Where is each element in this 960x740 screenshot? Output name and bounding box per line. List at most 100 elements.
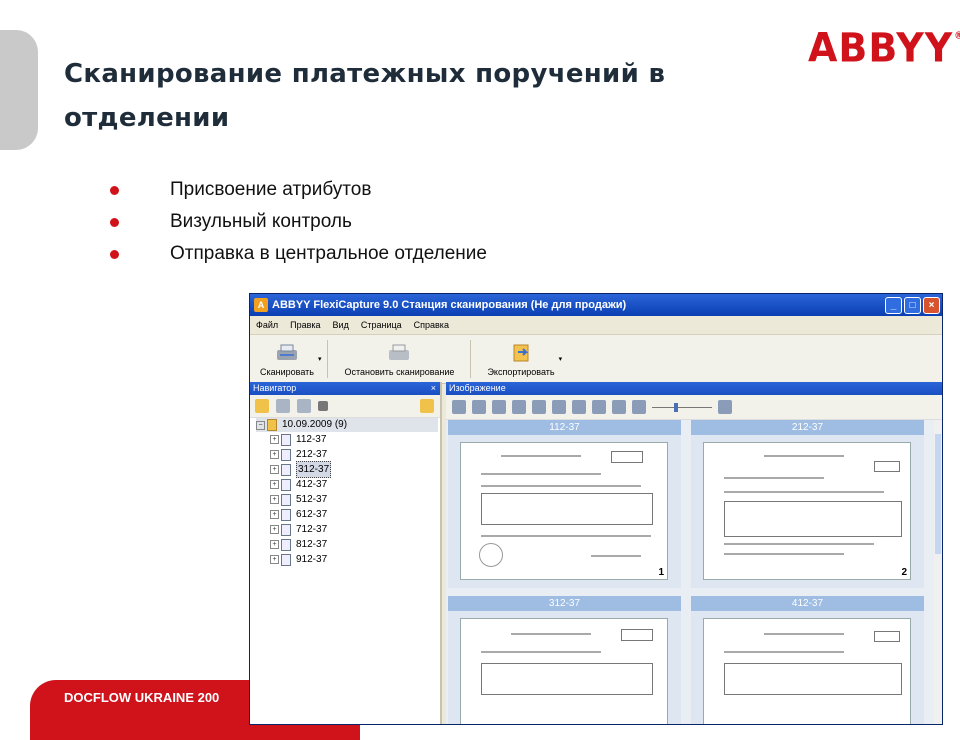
expand-icon[interactable]: + xyxy=(270,540,279,549)
footer-text: DOCFLOW UKRAINE 200 xyxy=(64,690,220,705)
bullet-dot-icon xyxy=(110,218,119,227)
thumbnail-label: 212-37 xyxy=(691,420,924,435)
export-icon xyxy=(513,344,529,362)
menu-help[interactable]: Справка xyxy=(408,320,455,330)
menu-page[interactable]: Страница xyxy=(355,320,408,330)
expand-icon[interactable]: + xyxy=(270,465,279,474)
bullet-item: Присвоение атрибутов xyxy=(110,174,487,206)
minimize-button[interactable]: _ xyxy=(885,296,902,314)
expand-icon[interactable]: + xyxy=(270,435,279,444)
rotate-right-icon[interactable] xyxy=(472,400,486,414)
tree-item[interactable]: +612-37 xyxy=(256,507,440,522)
deskew-icon[interactable] xyxy=(512,400,526,414)
thumbnail-area: 112-37 1 212-37 2 312-37 412-37 xyxy=(446,420,936,724)
document-preview: 2 xyxy=(703,442,911,580)
document-preview xyxy=(703,618,911,724)
expand-icon[interactable]: + xyxy=(270,480,279,489)
menu-bar: Файл Правка Вид Страница Справка xyxy=(250,316,942,335)
zoom-slider[interactable] xyxy=(652,402,712,412)
tree-item-selected[interactable]: +312-37 xyxy=(256,461,440,478)
zoom-slider-handle[interactable] xyxy=(674,402,678,412)
page-thumbnail[interactable]: 412-37 xyxy=(691,596,924,724)
image-pane-title: Изображение xyxy=(449,383,506,393)
tree-item[interactable]: +712-37 xyxy=(256,522,440,537)
expand-icon[interactable]: + xyxy=(270,450,279,459)
navigator-toolbar xyxy=(250,395,440,418)
page-thumbnail[interactable]: 112-37 1 xyxy=(448,420,681,588)
tree-item[interactable]: +512-37 xyxy=(256,492,440,507)
image-pane-header: Изображение xyxy=(446,382,942,395)
export-button[interactable]: Экспортировать xyxy=(477,342,564,383)
pages-icon[interactable] xyxy=(297,399,311,413)
crop-icon[interactable] xyxy=(492,400,506,414)
document-icon xyxy=(281,508,291,521)
maximize-button[interactable]: □ xyxy=(904,296,921,314)
page-thumbnail[interactable]: 312-37 xyxy=(448,596,681,724)
app-window: A ABBYY FlexiCapture 9.0 Станция сканиро… xyxy=(249,293,943,725)
merge-icon[interactable] xyxy=(592,400,606,414)
split-icon[interactable] xyxy=(572,400,586,414)
batch-tree: − 10.09.2009 (9) +112-37 +212-37 +312-37… xyxy=(250,418,440,567)
expand-icon[interactable]: + xyxy=(270,525,279,534)
window-titlebar[interactable]: A ABBYY FlexiCapture 9.0 Станция сканиро… xyxy=(250,294,942,316)
thumbnail-label: 312-37 xyxy=(448,596,681,611)
collapse-icon[interactable]: − xyxy=(256,420,265,430)
scan-button[interactable]: Сканировать xyxy=(250,342,324,383)
tree-item[interactable]: +412-37 xyxy=(256,477,440,492)
expand-icon[interactable]: + xyxy=(270,495,279,504)
new-batch-icon[interactable] xyxy=(255,399,269,413)
bullet-dot-icon xyxy=(110,250,119,259)
scrollbar-thumb[interactable] xyxy=(935,434,941,554)
expand-icon[interactable]: + xyxy=(270,510,279,519)
zoom-out-icon[interactable] xyxy=(632,400,646,414)
mirror-icon[interactable] xyxy=(552,400,566,414)
slide-side-tab xyxy=(0,30,38,150)
page-thumbnail[interactable]: 212-37 2 xyxy=(691,420,924,588)
bullet-item: Визульный контроль xyxy=(110,206,487,238)
document-icon xyxy=(281,553,291,566)
erase-icon[interactable] xyxy=(612,400,626,414)
bullet-list: Присвоение атрибутов Визульный контроль … xyxy=(110,174,487,270)
image-toolbar xyxy=(446,395,942,420)
close-button[interactable]: × xyxy=(923,296,940,314)
navigator-header: Навигатор × xyxy=(250,382,440,395)
document-preview xyxy=(460,618,668,724)
batch-folder-icon xyxy=(267,419,277,431)
document-icon xyxy=(281,448,291,461)
document-icon xyxy=(281,523,291,536)
export-label: Экспортировать xyxy=(487,367,555,377)
tree-item[interactable]: +812-37 xyxy=(256,537,440,552)
thumbnail-label: 112-37 xyxy=(448,420,681,435)
rotate-left-icon[interactable] xyxy=(452,400,466,414)
document-icon xyxy=(281,463,291,476)
properties-icon[interactable] xyxy=(420,399,434,413)
stop-scan-button[interactable]: Остановить сканирование xyxy=(334,342,464,383)
main-toolbar: Сканировать ▾ Остановить сканирование Эк… xyxy=(250,335,942,384)
document-icon xyxy=(281,433,291,446)
tree-item[interactable]: +112-37 xyxy=(256,432,440,447)
navigator-close-icon[interactable]: × xyxy=(431,382,440,395)
menu-view[interactable]: Вид xyxy=(327,320,355,330)
zoom-in-icon[interactable] xyxy=(718,400,732,414)
document-icon[interactable] xyxy=(276,399,290,413)
navigator-title: Навигатор xyxy=(253,383,297,393)
menu-file[interactable]: Файл xyxy=(250,320,284,330)
slide-title: Сканирование платежных поручений в отдел… xyxy=(64,59,666,133)
bullet-item: Отправка в центральное отделение xyxy=(110,238,487,270)
expand-icon[interactable]: + xyxy=(270,555,279,564)
vertical-scrollbar[interactable] xyxy=(934,420,942,724)
menu-edit[interactable]: Правка xyxy=(284,320,326,330)
batch-root-node[interactable]: − 10.09.2009 (9) xyxy=(256,418,438,432)
scanner-icon xyxy=(276,344,297,360)
tree-item[interactable]: +912-37 xyxy=(256,552,440,567)
delete-icon[interactable] xyxy=(318,401,328,411)
bullet-dot-icon xyxy=(110,186,119,195)
tree-item[interactable]: +212-37 xyxy=(256,447,440,462)
window-title: ABBYY FlexiCapture 9.0 Станция сканирова… xyxy=(272,299,627,311)
batch-root-label: 10.09.2009 (9) xyxy=(282,419,348,430)
stop-scan-label: Остановить сканирование xyxy=(344,367,455,377)
invert-icon[interactable] xyxy=(532,400,546,414)
scan-label: Сканировать xyxy=(260,367,314,377)
abbyy-logo: ABBYY® xyxy=(808,24,960,72)
image-pane: Изображение 112-37 1 212-37 2 312-37 412… xyxy=(446,382,942,724)
